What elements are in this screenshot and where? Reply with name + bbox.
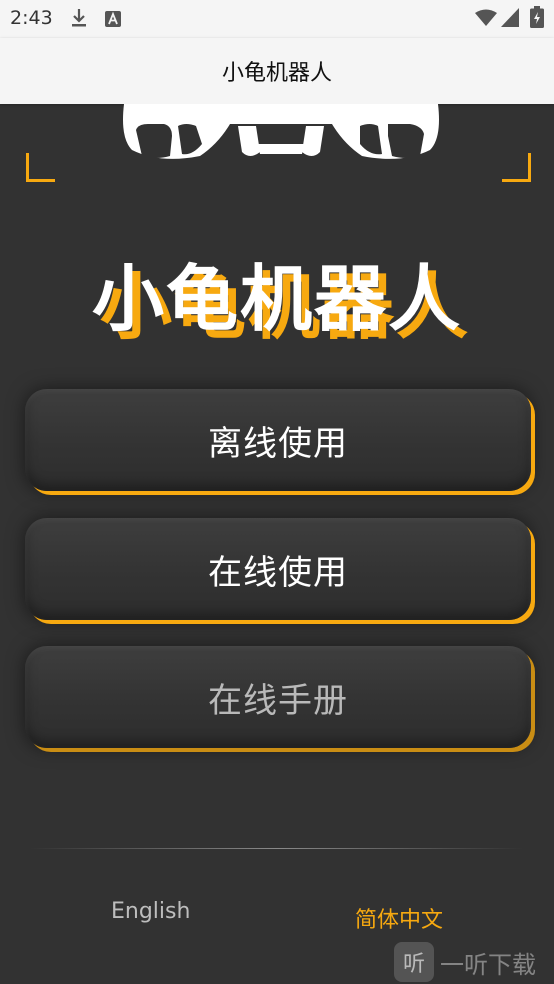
battery-charging-icon (530, 6, 544, 32)
online-manual-button[interactable]: 在线手册 (25, 646, 531, 748)
status-bar: 2:43 (0, 0, 554, 38)
online-manual-label: 在线手册 (208, 680, 348, 721)
frame-corner-left (26, 153, 55, 182)
hero-title: 小龟机器人 (91, 257, 462, 341)
divider (30, 848, 524, 849)
app-title: 小龟机器人 (221, 61, 332, 86)
language-chinese-option[interactable]: 简体中文 (355, 902, 443, 934)
a-box-icon (104, 10, 122, 32)
language-english-option[interactable]: English (111, 899, 190, 924)
online-use-label: 在线使用 (208, 552, 348, 593)
wifi-icon (475, 9, 497, 31)
offline-use-label: 离线使用 (208, 423, 348, 464)
online-use-button[interactable]: 在线使用 (25, 518, 531, 620)
watermark-badge-icon: 听 (394, 942, 434, 982)
frame-corner-right (502, 153, 531, 182)
watermark: 听 一听下载 (394, 940, 536, 984)
status-time: 2:43 (10, 7, 53, 29)
watermark-text: 一听下载 (440, 950, 536, 979)
app-title-bar: 小龟机器人 (0, 38, 554, 104)
offline-use-button[interactable]: 离线使用 (25, 389, 531, 491)
robot-illustration (120, 104, 442, 172)
signal-icon (501, 8, 519, 31)
download-icon (70, 8, 88, 32)
